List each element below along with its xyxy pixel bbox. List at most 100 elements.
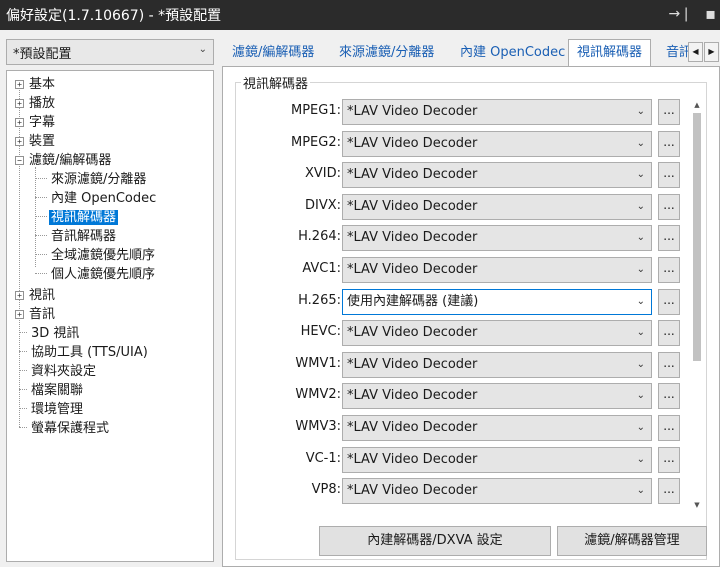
dxva-settings-button[interactable]: 內建解碼器/DXVA 設定 xyxy=(319,526,551,556)
decoder-select[interactable]: *LAV Video Decoder ⌄ xyxy=(342,351,652,378)
collapse-icon[interactable]: − xyxy=(15,156,24,165)
scroll-down-icon[interactable]: ▼ xyxy=(692,499,702,511)
tree-item-video[interactable]: + 視訊 xyxy=(15,286,57,305)
chevron-down-icon: ⌄ xyxy=(636,327,645,339)
decoder-row: DIVX: *LAV Video Decoder ⌄... xyxy=(223,193,683,220)
close-icon[interactable]: ▪ xyxy=(705,4,716,23)
decoder-row: MPEG2: *LAV Video Decoder ⌄... xyxy=(223,130,683,157)
tab-opencodec[interactable]: 內建 OpenCodec xyxy=(460,41,565,65)
tree-item-opencodec[interactable]: 內建 OpenCodec xyxy=(35,189,158,208)
tree-item-file-associations[interactable]: 檔案關聯 xyxy=(19,381,85,400)
decoder-select[interactable]: *LAV Video Decoder ⌄ xyxy=(342,320,652,347)
decoder-select[interactable]: *LAV Video Decoder ⌄ xyxy=(342,225,652,252)
tab-filters-codecs[interactable]: 濾鏡/編解碼器 xyxy=(232,41,314,65)
tree-item-global-filter-priority[interactable]: 全域濾鏡優先順序 xyxy=(35,246,157,265)
decoder-more-button[interactable]: ... xyxy=(658,193,680,220)
tab-source-filters[interactable]: 來源濾鏡/分離器 xyxy=(339,41,434,65)
scroll-up-icon[interactable]: ▲ xyxy=(692,99,702,111)
pin-icon[interactable]: →❘ xyxy=(669,6,692,22)
decoder-label: MPEG2: xyxy=(291,134,341,150)
title-bar: 偏好設定(1.7.10667) - *預設配置 →❘ ▪ xyxy=(0,0,720,30)
decoder-select[interactable]: *LAV Video Decoder ⌄ xyxy=(342,257,652,283)
tree-item-video-decoders[interactable]: 視訊解碼器 xyxy=(35,208,119,227)
decoder-row: WMV2: *LAV Video Decoder ⌄... xyxy=(223,383,683,410)
decoder-row: VP8: *LAV Video Decoder ⌄... xyxy=(223,478,683,505)
chevron-down-icon: ⌄ xyxy=(636,106,645,117)
decoder-select[interactable]: *LAV Video Decoder ⌄ xyxy=(342,99,652,125)
decoder-select[interactable]: *LAV Video Decoder ⌄ xyxy=(342,130,652,157)
decoder-row: AVC1: *LAV Video Decoder ⌄... xyxy=(223,257,683,283)
expand-icon[interactable]: + xyxy=(15,80,24,89)
tab-audio[interactable]: 音訊 xyxy=(666,41,688,65)
decoder-value: *LAV Video Decoder xyxy=(347,356,478,372)
decoder-select[interactable]: 使用內建解碼器 (建議) ⌄ xyxy=(342,288,652,315)
decoder-more-button[interactable]: ... xyxy=(658,351,680,378)
decoder-select[interactable]: *LAV Video Decoder ⌄ xyxy=(342,415,652,441)
decoder-select[interactable]: *LAV Video Decoder ⌄ xyxy=(342,446,652,473)
decoder-label: AVC1: xyxy=(302,261,341,276)
decoder-more-button[interactable]: ... xyxy=(658,383,680,410)
decoder-row: WMV1: *LAV Video Decoder ⌄... xyxy=(223,351,683,378)
tree-item-devices[interactable]: + 裝置 xyxy=(15,132,57,151)
decoder-label: HEVC: xyxy=(300,324,341,340)
chevron-down-icon: ⌄ xyxy=(636,137,645,149)
tree-item-personal-filter-priority[interactable]: 個人濾鏡優先順序 xyxy=(35,265,157,284)
tree-item-basic[interactable]: + 基本 xyxy=(15,75,57,94)
chevron-down-icon: ⌄ xyxy=(636,422,645,433)
tree-item-3d-video[interactable]: 3D 視訊 xyxy=(19,324,81,343)
tree-item-screensaver[interactable]: 螢幕保護程式 xyxy=(19,419,111,438)
decoder-value: *LAV Video Decoder xyxy=(347,451,478,467)
decoder-more-button[interactable]: ... xyxy=(658,478,680,505)
chevron-down-icon: ⌄ xyxy=(636,232,645,244)
settings-tree[interactable]: + 基本 + 播放 + 字幕 + 裝置 − 濾鏡/編解碼器 來源濾鏡/分離器 內建 Ope… xyxy=(6,70,214,562)
decoder-more-button[interactable]: ... xyxy=(658,288,680,315)
decoder-more-button[interactable]: ... xyxy=(658,162,680,189)
expand-icon[interactable]: + xyxy=(15,99,24,108)
decoder-select[interactable]: *LAV Video Decoder ⌄ xyxy=(342,383,652,410)
decoder-value: *LAV Video Decoder xyxy=(347,167,478,183)
preset-dropdown[interactable]: *預設配置 ⌄ xyxy=(6,39,214,65)
tree-item-subtitles[interactable]: + 字幕 xyxy=(15,113,57,132)
expand-icon[interactable]: + xyxy=(15,291,24,300)
tree-item-source-filters[interactable]: 來源濾鏡/分離器 xyxy=(35,170,148,189)
expand-icon[interactable]: + xyxy=(15,118,24,127)
decoder-manager-button[interactable]: 濾鏡/解碼器管理 xyxy=(557,526,707,556)
decoder-more-button[interactable]: ... xyxy=(658,99,680,125)
tree-item-environment[interactable]: 環境管理 xyxy=(19,400,85,419)
tree-item-accessibility[interactable]: 協助工具 (TTS/UIA) xyxy=(19,343,150,362)
decoder-value: *LAV Video Decoder xyxy=(347,198,478,214)
scrollbar[interactable]: ▲ ▼ xyxy=(691,99,703,511)
tree-item-audio-decoders[interactable]: 音訊解碼器 xyxy=(35,227,118,246)
decoder-select[interactable]: *LAV Video Decoder ⌄ xyxy=(342,162,652,189)
decoder-more-button[interactable]: ... xyxy=(658,320,680,347)
decoder-label: WMV3: xyxy=(295,419,341,434)
tree-item-playback[interactable]: + 播放 xyxy=(15,94,57,113)
decoder-more-button[interactable]: ... xyxy=(658,257,680,283)
expand-icon[interactable]: + xyxy=(15,137,24,146)
decoder-more-button[interactable]: ... xyxy=(658,415,680,441)
chevron-down-icon: ⌄ xyxy=(636,453,645,465)
decoder-more-button[interactable]: ... xyxy=(658,130,680,157)
tab-video-decoders[interactable]: 視訊解碼器 xyxy=(568,39,652,67)
decoder-row: WMV3: *LAV Video Decoder ⌄... xyxy=(223,415,683,441)
tree-item-filters-codecs[interactable]: − 濾鏡/編解碼器 xyxy=(15,151,113,170)
decoder-more-button[interactable]: ... xyxy=(658,225,680,252)
tab-scroll-left-icon[interactable]: ◀ xyxy=(688,42,703,62)
decoder-label: XVID: xyxy=(304,166,341,182)
scrollbar-thumb[interactable] xyxy=(693,113,701,361)
decoder-label: VP8: xyxy=(311,482,341,498)
decoder-row: H.264: *LAV Video Decoder ⌄... xyxy=(223,225,683,252)
tab-scroll-right-icon[interactable]: ▶ xyxy=(704,42,719,62)
decoder-value: *LAV Video Decoder xyxy=(347,483,478,499)
tree-item-folder-settings[interactable]: 資料夾設定 xyxy=(19,362,98,381)
decoder-value: *LAV Video Decoder xyxy=(347,325,478,341)
expand-icon[interactable]: + xyxy=(15,310,24,319)
decoder-value: *LAV Video Decoder xyxy=(347,420,478,435)
decoder-more-button[interactable]: ... xyxy=(658,446,680,473)
chevron-down-icon: ⌄ xyxy=(636,485,645,497)
tree-item-audio[interactable]: + 音訊 xyxy=(15,305,57,324)
decoder-value: *LAV Video Decoder xyxy=(347,104,478,119)
decoder-select[interactable]: *LAV Video Decoder ⌄ xyxy=(342,478,652,505)
decoder-row: MPEG1: *LAV Video Decoder ⌄... xyxy=(223,99,683,125)
decoder-select[interactable]: *LAV Video Decoder ⌄ xyxy=(342,193,652,220)
